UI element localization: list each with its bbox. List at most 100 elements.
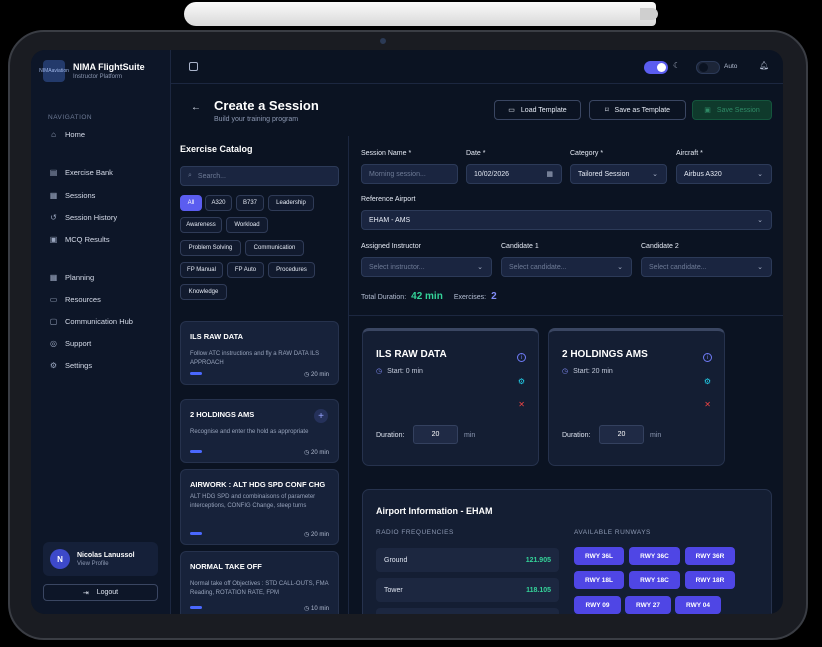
sidebar-item-label: Exercise Bank (65, 168, 113, 177)
save-template-button[interactable]: ⌑ Save as Template (589, 100, 686, 120)
session-exercise-title: ILS RAW DATA (376, 349, 447, 360)
exercise-card[interactable]: ILS RAW DATA Follow ATC instructions and… (180, 321, 339, 385)
exercise-description: Follow ATC instructions and fly a RAW DA… (190, 351, 320, 366)
info-icon[interactable]: i (517, 353, 526, 362)
back-arrow-icon[interactable]: ← (191, 102, 201, 113)
exercises-count-value: 2 (491, 291, 497, 302)
chevron-down-icon: ⌄ (757, 171, 763, 178)
view-profile-link[interactable]: View Profile (77, 561, 135, 567)
filter-chip-communication[interactable]: Communication (245, 240, 304, 256)
sidebar-item-support[interactable]: ◎ Support (49, 339, 91, 348)
duration-input[interactable]: 20 (599, 425, 644, 444)
front-camera (380, 38, 386, 44)
aircraft-select[interactable]: Airbus A320 ⌄ (676, 164, 772, 184)
search-placeholder: Search... (197, 172, 226, 180)
bell-icon[interactable]: 🔔︎ (759, 61, 769, 70)
chevron-down-icon: ⌄ (617, 264, 623, 271)
candidate-1-select[interactable]: Select candidate... ⌄ (501, 257, 632, 277)
sidebar-toggle-icon[interactable] (189, 62, 198, 71)
remove-icon[interactable]: ✕ (518, 400, 525, 409)
add-exercise-icon[interactable]: + (314, 409, 328, 423)
sidebar-item-label: Settings (65, 361, 93, 370)
brand-subtitle: Instructor Platform (73, 74, 123, 80)
chevron-down-icon: ⌄ (652, 171, 658, 178)
remove-icon[interactable]: ✕ (704, 400, 711, 409)
instructor-select[interactable]: Select instructor... ⌄ (361, 257, 492, 277)
sidebar-item-exercise-bank[interactable]: ▤ Exercise Bank (49, 168, 113, 177)
filter-chip-fp-auto[interactable]: FP Auto (227, 262, 264, 278)
frequency-value: 121.905 (525, 556, 551, 564)
filter-chip-leadership[interactable]: Leadership (268, 195, 314, 211)
runway-chip[interactable]: RWY 18R (685, 571, 735, 589)
runway-chip[interactable]: RWY 09 (574, 596, 621, 614)
sidebar-item-settings[interactable]: ⚙ Settings (49, 361, 92, 370)
settings-icon[interactable]: ⚙ (704, 377, 711, 386)
sidebar-item-sessions[interactable]: ▦ Sessions (49, 191, 96, 200)
brand-title: NIMA FlightSuite (73, 62, 145, 72)
filter-chip-b737[interactable]: B737 (236, 195, 264, 211)
date-label: Date * (466, 150, 486, 157)
sidebar-item-home[interactable]: ⌂ Home (49, 130, 85, 139)
filter-chip-a320[interactable]: A320 (205, 195, 232, 211)
runway-chip[interactable]: RWY 36C (629, 547, 680, 565)
user-profile-card[interactable]: N Nicolas Lanussol View Profile (43, 542, 158, 576)
filter-chip-knowledge[interactable]: Knowledge (180, 284, 227, 300)
sidebar-item-communication-hub[interactable]: ▢ Communication Hub (49, 317, 133, 326)
session-exercise-card[interactable]: 2 HOLDINGS AMS ◷ Start: 20 min i ⚙ ✕ Dur… (548, 328, 725, 466)
clock-icon: ◷ (562, 368, 569, 375)
save-session-button[interactable]: ▣ Save Session (692, 100, 772, 120)
sidebar-item-session-history[interactable]: ↺ Session History (49, 213, 117, 222)
dark-mode-toggle[interactable] (644, 61, 668, 74)
brand-logo: NIMAaviation (39, 60, 69, 82)
category-select[interactable]: Tailored Session ⌄ (570, 164, 667, 184)
filter-chip-fp-manual[interactable]: FP Manual (180, 262, 223, 278)
brand[interactable]: NIMAaviation NIMA FlightSuite Instructor… (39, 60, 145, 82)
stylus-pencil (184, 2, 656, 26)
runway-chip[interactable]: RWY 36L (574, 547, 624, 565)
filter-chip-workload[interactable]: Workload (226, 217, 268, 233)
top-bar: ☾ Auto 🔔︎ (171, 50, 783, 84)
sidebar-item-label: Home (65, 130, 86, 139)
catalog-search-input[interactable]: ⌕ Search... (180, 166, 339, 186)
session-exercise-card[interactable]: ILS RAW DATA ◷ Start: 0 min i ⚙ ✕ Durati… (362, 328, 539, 466)
load-template-button[interactable]: ▭ Load Template (494, 100, 581, 120)
sidebar-item-mcq-results[interactable]: ▣ MCQ Results (49, 235, 110, 244)
sidebar-item-planning[interactable]: ▦ Planning (49, 273, 94, 282)
clipboard-icon: ▣ (49, 235, 58, 244)
chevron-down-icon: ⌄ (757, 217, 763, 224)
runway-chip[interactable]: RWY 27 (625, 596, 671, 614)
candidate-2-label: Candidate 2 (641, 243, 679, 250)
runway-chip[interactable]: RWY 18C (629, 571, 680, 589)
history-icon: ↺ (50, 213, 57, 222)
page-title: Create a Session (214, 98, 319, 113)
runway-chip[interactable]: RWY 18L (574, 571, 624, 589)
duration-input[interactable]: 20 (413, 425, 458, 444)
date-input[interactable]: 10/02/2026 ▦ (466, 164, 562, 184)
session-form: Session Name * Morning session... Date *… (349, 136, 783, 316)
auto-theme-toggle[interactable] (696, 61, 720, 74)
home-icon: ⌂ (51, 130, 56, 139)
filter-chip-awareness[interactable]: Awareness (180, 217, 222, 233)
save-template-label: Save as Template (614, 106, 671, 114)
runway-chip[interactable]: RWY 36R (685, 547, 735, 565)
calendar-icon[interactable]: ▦ (546, 170, 553, 178)
filter-chip-problem-solving[interactable]: Problem Solving (180, 240, 241, 256)
session-name-input[interactable]: Morning session... (361, 164, 458, 184)
settings-icon[interactable]: ⚙ (518, 377, 525, 386)
logout-button[interactable]: ⇥ Logout (43, 584, 158, 601)
catalog-title: Exercise Catalog (180, 144, 253, 154)
exercise-title: ILS RAW DATA (190, 332, 244, 341)
info-icon[interactable]: i (703, 353, 712, 362)
filter-chip-all[interactable]: All (180, 195, 202, 211)
exercise-card[interactable]: NORMAL TAKE OFF Normal take off Objectiv… (180, 551, 339, 614)
sidebar-item-label: Support (65, 339, 92, 348)
reference-airport-select[interactable]: EHAM - AMS ⌄ (361, 210, 772, 230)
exercise-card[interactable]: AIRWORK : ALT HDG SPD CONF CHG ALT HDG S… (180, 469, 339, 545)
duration-value: 20 min (310, 532, 329, 538)
start-value: Start: 20 min (573, 367, 613, 375)
filter-chip-procedures[interactable]: Procedures (268, 262, 315, 278)
candidate-2-select[interactable]: Select candidate... ⌄ (641, 257, 772, 277)
sidebar-item-resources[interactable]: ▭ Resources (49, 295, 101, 304)
runway-chip[interactable]: RWY 04 (675, 596, 721, 614)
exercise-card[interactable]: + 2 HOLDINGS AMS Recognise and enter the… (180, 399, 339, 463)
